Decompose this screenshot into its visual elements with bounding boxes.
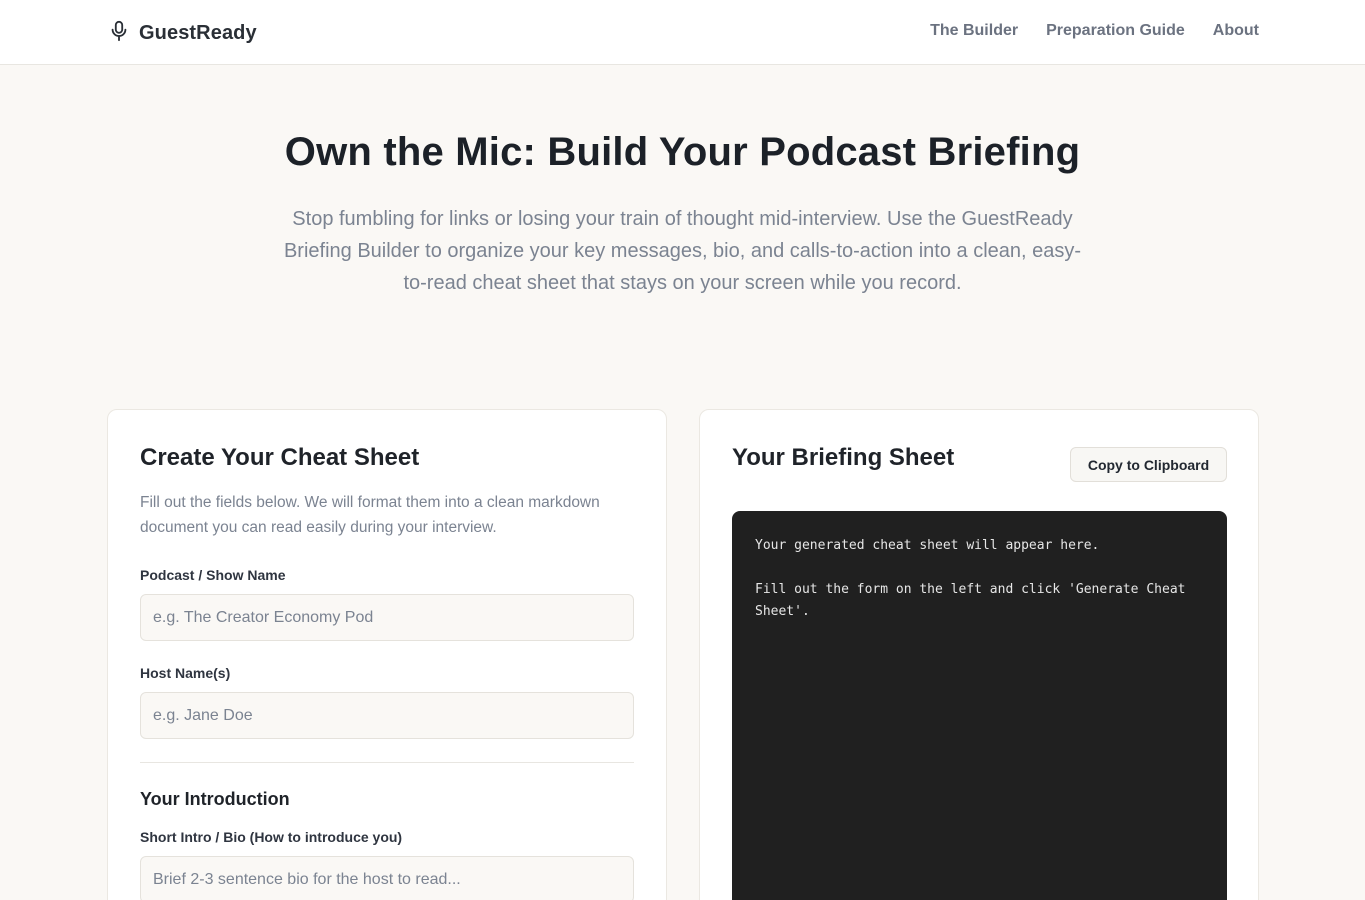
podcast-name-label: Podcast / Show Name xyxy=(140,567,286,583)
host-name-input[interactable] xyxy=(140,692,634,739)
microphone-icon xyxy=(108,19,130,48)
page-subtitle: Stop fumbling for links or losing your t… xyxy=(283,208,1082,294)
copy-to-clipboard-button[interactable]: Copy to Clipboard xyxy=(1070,447,1227,482)
main-nav: The Builder Preparation Guide About xyxy=(930,22,1259,40)
brand-name: GuestReady xyxy=(139,21,257,44)
bio-label: Short Intro / Bio (How to introduce you) xyxy=(140,829,403,845)
section-divider xyxy=(140,762,634,763)
briefing-sheet-card: Your Briefing Sheet Copy to Clipboard Yo… xyxy=(699,409,1259,900)
top-navbar: GuestReady The Builder Preparation Guide… xyxy=(0,0,1365,65)
nav-link-about[interactable]: About xyxy=(1213,22,1259,40)
bio-textarea[interactable] xyxy=(140,856,634,900)
briefing-output: Your generated cheat sheet will appear h… xyxy=(732,511,1227,900)
nav-link-preparation-guide[interactable]: Preparation Guide xyxy=(1046,22,1185,40)
podcast-name-input[interactable] xyxy=(140,594,634,641)
form-description: Fill out the fields below. We will forma… xyxy=(140,494,600,536)
nav-link-the-builder[interactable]: The Builder xyxy=(930,22,1018,40)
form-title: Create Your Cheat Sheet xyxy=(140,444,420,471)
brand-logo[interactable]: GuestReady xyxy=(108,19,257,47)
host-name-label: Host Name(s) xyxy=(140,665,231,681)
briefing-title: Your Briefing Sheet xyxy=(732,444,955,471)
page-title: Own the Mic: Build Your Podcast Briefing xyxy=(284,130,1081,174)
cheat-sheet-form-card: Create Your Cheat Sheet Fill out the fie… xyxy=(107,409,667,900)
introduction-section-title: Your Introduction xyxy=(140,789,290,809)
